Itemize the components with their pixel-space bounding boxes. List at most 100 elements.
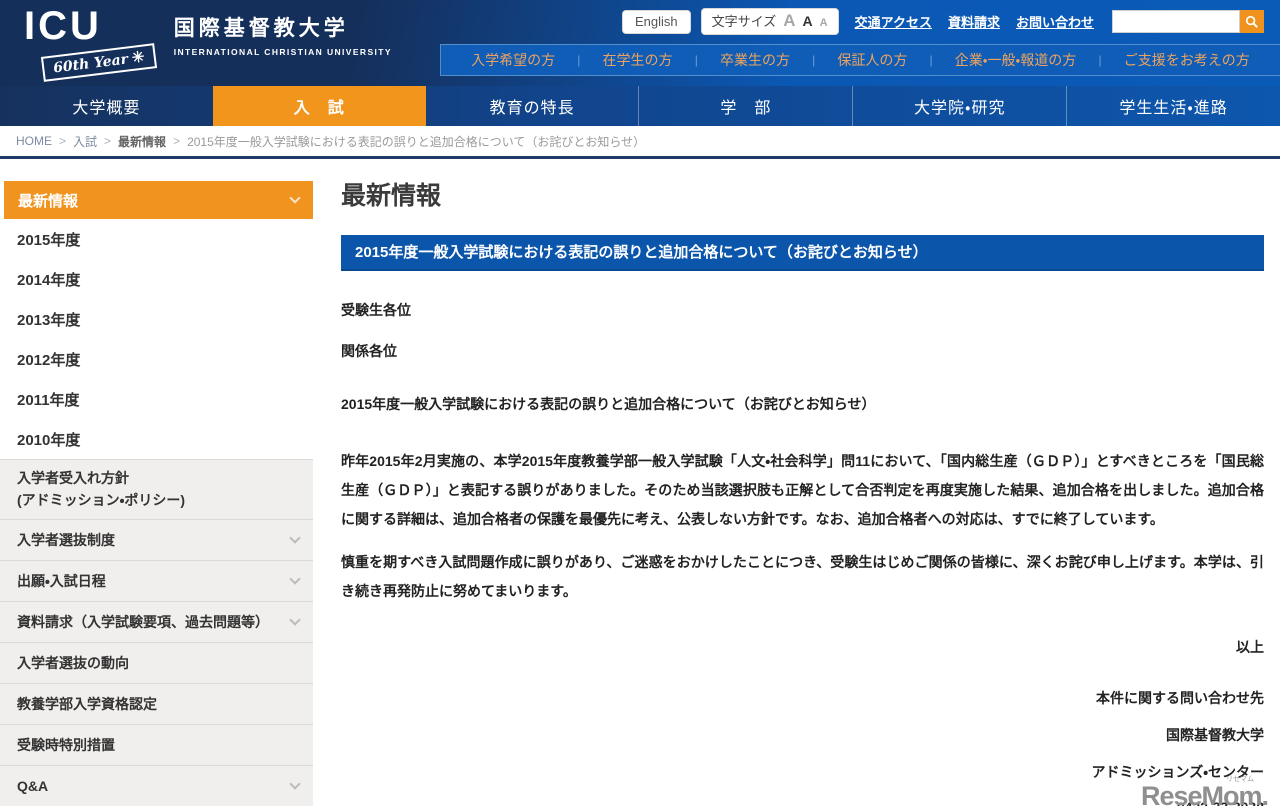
font-size-medium-button[interactable]: A xyxy=(803,13,813,29)
nav-tab-undergraduate[interactable]: 学 部 xyxy=(638,86,852,126)
salutation-concerned: 関係各位 xyxy=(341,343,397,359)
separator: | xyxy=(929,53,933,67)
breadcrumb-news[interactable]: 最新情報 xyxy=(118,133,166,150)
sidebar-item-selection-system[interactable]: 入学者選抜制度 xyxy=(0,520,313,562)
breadcrumb-separator: > xyxy=(104,134,112,148)
sidebar-item-label: 入学者選抜制度 xyxy=(17,531,115,548)
sidebar-menu: 入学者受入れ方針 (アドミッション・ポリシー) 入学者選抜制度 出願・入試日程 資… xyxy=(0,459,313,806)
logo-icu-text: ICU xyxy=(24,4,102,48)
contact-dept: アドミッションズ・センター xyxy=(1091,764,1264,780)
sidebar-item-materials-request[interactable]: 資料請求（入学試験要項、過去問題等） xyxy=(0,602,313,644)
sidebar-item-label: 受験時特別措置 xyxy=(17,736,115,753)
contact-heading: 本件に関する問い合わせ先 xyxy=(1096,690,1264,706)
sidebar-item-admission-policy[interactable]: 入学者受入れ方針 (アドミッション・ポリシー) xyxy=(0,460,313,521)
main-article: 最新情報 2015年度一般入学試験における表記の誤りと追加合格について（お詫びと… xyxy=(341,159,1264,806)
search-input[interactable] xyxy=(1112,10,1240,33)
sidebar-item-label: 教養学部入学資格認定 xyxy=(17,695,157,712)
sidebar-item-2010[interactable]: 2010年度 xyxy=(0,419,313,459)
page: ICU 60th Year ✳ 国際基督教大学 INTERNATIONAL CHR… xyxy=(0,0,1280,806)
sidebar-item-label: 入学者受入れ方針 (アドミッション・ポリシー) xyxy=(17,470,186,508)
sidebar-item-label: 入学者選抜の動向 xyxy=(17,654,129,671)
sidebar-item-2011[interactable]: 2011年度 xyxy=(0,379,313,419)
salutation-examinees: 受験生各位 xyxy=(341,302,411,318)
site-logo[interactable]: ICU 60th Year ✳ 国際基督教大学 INTERNATIONAL CHR… xyxy=(24,4,392,82)
article-title-banner: 2015年度一般入学試験における表記の誤りと追加合格について（お詫びとお知らせ） xyxy=(341,235,1264,271)
font-size-widget: 文字サイズ A A A xyxy=(700,8,839,35)
sidebar-item-2015[interactable]: 2015年度 xyxy=(0,219,313,259)
english-button[interactable]: English xyxy=(621,9,691,34)
nav-tab-university-overview[interactable]: 大学概要 xyxy=(0,86,213,126)
breadcrumb-separator: > xyxy=(173,134,181,148)
separator: | xyxy=(694,53,698,67)
font-size-large-button[interactable]: A xyxy=(783,11,795,31)
audience-nav: 入学希望の方 | 在学生の方 | 卒業生の方 | 保証人の方 | 企業・一般・報… xyxy=(440,44,1280,76)
university-name-en: INTERNATIONAL CHRISTIAN UNIVERSITY xyxy=(173,47,392,57)
sidebar-item-2012[interactable]: 2012年度 xyxy=(0,339,313,379)
main-nav: 大学概要 入 試 教育の特長 学 部 大学院・研究 学生生活・進路 xyxy=(0,86,1280,126)
chevron-down-icon xyxy=(289,532,301,545)
closing-ijou: 以上 xyxy=(1236,639,1264,655)
nav-tab-student-life-careers[interactable]: 学生生活・進路 xyxy=(1066,86,1280,126)
sidebar-header-label: 最新情報 xyxy=(18,192,79,210)
utility-bar: English 文字サイズ A A A 交通アクセス 資料請求 お問い合わせ xyxy=(621,8,1264,35)
sidebar-item-label: 出願・入試日程 xyxy=(17,572,106,589)
chevron-down-icon xyxy=(289,778,301,791)
sidebar-item-selection-trends[interactable]: 入学者選抜の動向 xyxy=(0,643,313,685)
sidebar: 最新情報 2015年度 2014年度 2013年度 2012年度 2011年度 … xyxy=(0,181,313,806)
sidebar-item-special-accommodations[interactable]: 受験時特別措置 xyxy=(0,725,313,767)
nav-tab-education-features[interactable]: 教育の特長 xyxy=(426,86,639,126)
sidebar-item-qa[interactable]: Q&A xyxy=(0,766,313,806)
chevron-down-icon xyxy=(289,614,301,627)
breadcrumb-home[interactable]: HOME xyxy=(16,134,52,148)
page-title: 最新情報 xyxy=(341,182,442,210)
nav-tab-graduate-research[interactable]: 大学院・研究 xyxy=(852,86,1066,126)
nav-corporate-media[interactable]: 企業・一般・報道の方 xyxy=(955,50,1077,70)
snowflake-icon: ✳ xyxy=(130,47,146,67)
breadcrumb-current-page: 2015年度一般入学試験における表記の誤りと追加合格について（お詫びとお知らせ） xyxy=(187,134,646,149)
nav-current-students[interactable]: 在学生の方 xyxy=(603,50,673,70)
sidebar-item-qualification-certification[interactable]: 教養学部入学資格認定 xyxy=(0,684,313,726)
access-link[interactable]: 交通アクセス xyxy=(855,12,932,31)
font-size-label: 文字サイズ xyxy=(711,14,777,29)
sidebar-item-application-schedule[interactable]: 出願・入試日程 xyxy=(0,561,313,603)
separator: | xyxy=(812,53,816,67)
separator: | xyxy=(1098,53,1102,67)
breadcrumb-separator: > xyxy=(59,134,67,148)
sidebar-item-2013[interactable]: 2013年度 xyxy=(0,299,313,339)
materials-request-link[interactable]: 資料請求 xyxy=(948,12,1000,31)
logo-icu-block: ICU 60th Year ✳ xyxy=(24,4,157,82)
nav-tab-admissions[interactable]: 入 試 xyxy=(212,86,426,126)
breadcrumb-admissions[interactable]: 入試 xyxy=(73,133,97,150)
separator: | xyxy=(577,53,581,67)
nav-alumni[interactable]: 卒業生の方 xyxy=(720,50,790,70)
nav-guarantors[interactable]: 保証人の方 xyxy=(837,50,907,70)
nav-prospective-students[interactable]: 入学希望の方 xyxy=(471,50,555,70)
resemom-watermark-ruby: リセマム xyxy=(1226,776,1254,783)
search-button[interactable] xyxy=(1240,10,1264,33)
article-paragraph-2: 慎重を期すべき入試問題作成に誤りがあり、ご迷惑をおかけしたことにつき、受験生はじ… xyxy=(341,554,1264,599)
sidebar-item-label: Q&A xyxy=(17,777,49,794)
header: ICU 60th Year ✳ 国際基督教大学 INTERNATIONAL CHR… xyxy=(0,0,1280,86)
logo-names: 国際基督教大学 INTERNATIONAL CHRISTIAN UNIVERSI… xyxy=(174,12,392,57)
content-area: 最新情報 2015年度 2014年度 2013年度 2012年度 2011年度 … xyxy=(0,159,1280,806)
font-size-small-button[interactable]: A xyxy=(820,17,828,29)
university-name-jp: 国際基督教大学 xyxy=(173,17,349,40)
sidebar-item-label: 資料請求（入学試験要項、過去問題等） xyxy=(17,613,269,630)
nav-support[interactable]: ご支援をお考えの方 xyxy=(1124,50,1250,70)
contact-link[interactable]: お問い合わせ xyxy=(1016,12,1094,31)
resemom-watermark: リセマム ReseMom. xyxy=(1140,776,1269,806)
logo-60th-badge: 60th Year ✳ xyxy=(40,43,157,82)
article-body: 受験生各位 関係各位 2015年度一般入学試験における表記の誤りと追加合格につい… xyxy=(341,300,1264,806)
article-paragraph-1: 昨年2015年2月実施の、本学2015年度教養学部一般入学試験「人文・社会科学」… xyxy=(341,453,1264,527)
search-icon xyxy=(1245,15,1258,28)
sidebar-year-list: 2015年度 2014年度 2013年度 2012年度 2011年度 2010年… xyxy=(0,219,313,459)
contact-phone: 0422-33-3038 xyxy=(341,799,1264,806)
breadcrumb: HOME > 入試 > 最新情報 > 2015年度一般入学試験における表記の誤り… xyxy=(0,126,1280,156)
sidebar-item-2014[interactable]: 2014年度 xyxy=(0,259,313,299)
chevron-down-icon xyxy=(289,573,301,586)
sidebar-header-news[interactable]: 最新情報 xyxy=(4,181,313,219)
search-box xyxy=(1112,10,1264,33)
resemom-watermark-text: ReseMom. xyxy=(1140,781,1269,806)
chevron-down-icon xyxy=(289,192,301,204)
article-subject-line: 2015年度一般入学試験における表記の誤りと追加合格について（お詫びとお知らせ） xyxy=(341,396,876,412)
